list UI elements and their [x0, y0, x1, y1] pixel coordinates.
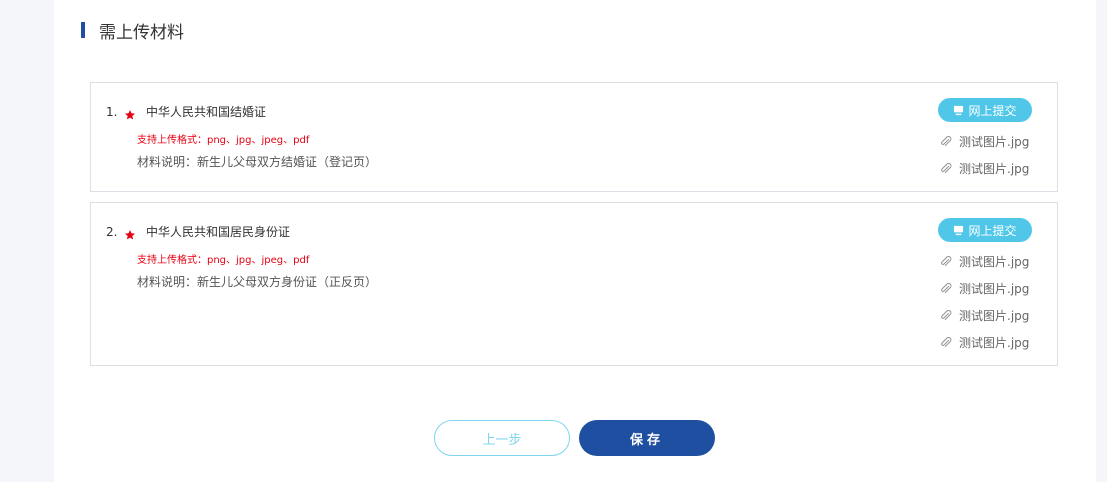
material-description: 材料说明：新生儿父母双方身份证（正反页） — [137, 275, 378, 289]
online-submit-label: 网上提交 — [968, 103, 1017, 118]
online-submit-label: 网上提交 — [968, 223, 1017, 238]
uploaded-file[interactable]: 测试图片.jpg — [940, 128, 1029, 155]
material-number: 2. — [106, 224, 118, 239]
uploaded-file[interactable]: 测试图片.jpg — [940, 155, 1029, 182]
material-name: 中华人民共和国结婚证 — [146, 105, 267, 119]
file-name: 测试图片.jpg — [959, 135, 1030, 149]
material-name: 中华人民共和国居民身份证 — [146, 225, 291, 239]
section-header: 需上传材料 — [81, 19, 184, 43]
paperclip-icon — [940, 135, 952, 148]
material-header: 1. 中华人民共和国结婚证 — [106, 103, 266, 120]
previous-step-button[interactable]: 上一步 — [434, 420, 570, 456]
material-description: 材料说明：新生儿父母双方结婚证（登记页） — [137, 155, 378, 169]
uploaded-file-list: 测试图片.jpg 测试图片.jpg — [940, 128, 1029, 182]
monitor-icon — [953, 105, 964, 116]
save-button[interactable]: 保存 — [579, 420, 715, 456]
online-submit-button[interactable]: 网上提交 — [938, 218, 1032, 242]
material-card-1: 1. 中华人民共和国结婚证 支持上传格式：png、jpg、jpeg、pdf 材料… — [90, 82, 1058, 192]
file-name: 测试图片.jpg — [959, 309, 1030, 323]
paperclip-icon — [940, 255, 952, 268]
file-name: 测试图片.jpg — [959, 336, 1030, 350]
supported-formats: 支持上传格式：png、jpg、jpeg、pdf — [137, 135, 310, 146]
paperclip-icon — [940, 162, 952, 175]
supported-formats: 支持上传格式：png、jpg、jpeg、pdf — [137, 255, 310, 266]
main-panel: 需上传材料 1. 中华人民共和国结婚证 支持上传格式：png、jpg、jpeg、… — [54, 0, 1096, 482]
required-star-icon — [124, 106, 136, 119]
paperclip-icon — [940, 282, 952, 295]
uploaded-file[interactable]: 测试图片.jpg — [940, 248, 1029, 275]
uploaded-file-list: 测试图片.jpg 测试图片.jpg 测试图片.jpg 测试图片.jpg — [940, 248, 1029, 356]
uploaded-file[interactable]: 测试图片.jpg — [940, 302, 1029, 329]
required-star-icon — [124, 226, 136, 239]
file-name: 测试图片.jpg — [959, 282, 1030, 296]
uploaded-file[interactable]: 测试图片.jpg — [940, 329, 1029, 356]
monitor-icon — [953, 225, 964, 236]
material-card-2: 2. 中华人民共和国居民身份证 支持上传格式：png、jpg、jpeg、pdf … — [90, 202, 1058, 366]
uploaded-file[interactable]: 测试图片.jpg — [940, 275, 1029, 302]
file-name: 测试图片.jpg — [959, 162, 1030, 176]
paperclip-icon — [940, 309, 952, 322]
material-number: 1. — [106, 104, 118, 119]
section-title: 需上传材料 — [99, 22, 184, 43]
paperclip-icon — [940, 336, 952, 349]
online-submit-button[interactable]: 网上提交 — [938, 98, 1032, 122]
title-accent-bar — [81, 22, 85, 38]
file-name: 测试图片.jpg — [959, 255, 1030, 269]
material-header: 2. 中华人民共和国居民身份证 — [106, 223, 290, 240]
